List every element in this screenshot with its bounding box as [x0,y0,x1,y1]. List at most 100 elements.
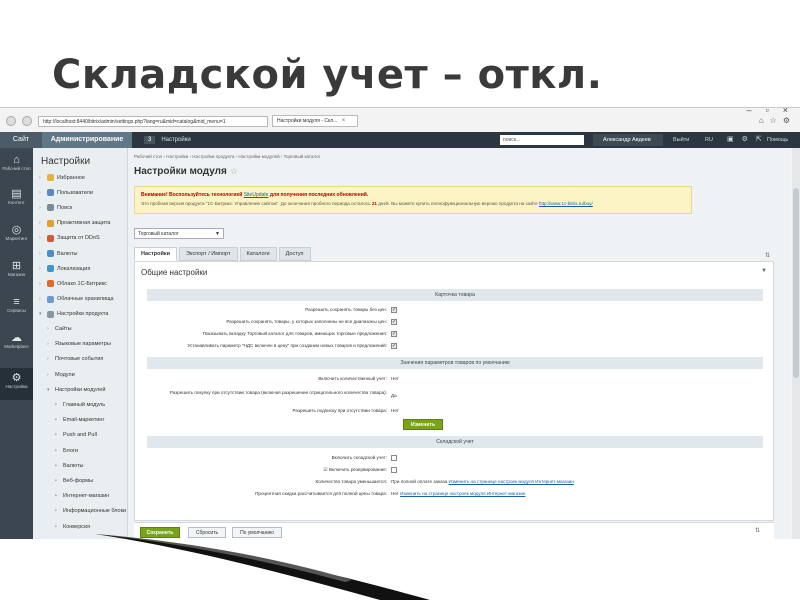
siteupdate-link[interactable]: SiteUpdate [244,192,269,198]
sidebar-item[interactable]: • Веб-формы [55,478,93,484]
chevron-right-icon: ▾ [39,311,42,318]
sidebar-item[interactable]: › Почтовые события [47,356,103,362]
page-scrollbar[interactable] [792,148,800,539]
address-bar[interactable]: http://localhost:8440/bitrix/admin/setti… [38,115,268,127]
save-button[interactable]: Сохранить [140,527,180,538]
collapse-footer-icon[interactable]: ⇅ [755,527,760,534]
menu-settings[interactable]: ⚙ Настройки [0,368,33,400]
menu-services[interactable]: ≡ Сервисы [0,296,33,313]
chevron-right-icon: › [39,250,41,257]
sidebar-item-label: Интернет-магазин [63,493,110,500]
reserve-marker-icon: ☑ [323,467,328,472]
sidebar-item[interactable]: ▾ Настройки продукта [39,310,109,318]
sidebar-item-label: Сайты [55,326,72,332]
sidebar-item[interactable]: › Валюты [39,250,77,257]
fullscreen-icon[interactable]: ⇱ [756,132,762,148]
menu-marketing[interactable]: ◎ Маркетинг [0,224,33,241]
setting-row: Включить количественный учет: Нет [318,376,399,381]
buy-link[interactable]: http://www.1c-bitrix.ru/buy/ [539,201,593,206]
sidebar-item[interactable]: • Email-маркетинг [55,417,104,423]
sidebar-item-label: Настройки продукта [57,311,109,318]
target-icon: ◎ [11,224,22,236]
help-link[interactable]: Помощь [767,132,788,148]
back-icon[interactable] [6,116,16,126]
language-selector[interactable]: RU [705,132,713,148]
favorite-star-icon[interactable]: ☆ [230,166,238,176]
menu-shop[interactable]: ⊞ Магазин [0,260,33,277]
tab-settings[interactable]: Настройки [134,247,178,261]
breadcrumb[interactable]: Рабочий стол › Настройки › Настройки про… [134,154,320,159]
change-discount-link[interactable]: Изменить на странице настроек модуля Инт… [400,491,525,496]
collapse-tabs-icon[interactable]: ⇅ [765,252,770,259]
sidebar-item[interactable]: ▾ Настройки модулей [47,387,105,393]
module-select[interactable]: Торговый каталог ▼ [134,228,224,239]
forward-icon[interactable] [22,116,32,126]
site-tab[interactable]: Сайт [0,132,42,148]
sidebar-item[interactable]: › Поиск [39,204,72,212]
vat-included-checkbox[interactable] [391,343,397,349]
sidebar-item[interactable]: › Модули [47,372,75,378]
scroll-thumb[interactable] [793,188,799,378]
sidebar-item-label: Локализация [57,265,91,272]
default-button[interactable]: По умолчанию [232,527,282,538]
sidebar-item[interactable]: • Блоги [55,448,78,454]
setting-row: Устанавливать параметр "НДС включен в це… [147,342,763,352]
browser-tab[interactable]: Настройки модуля - Скл... × [272,115,358,127]
chevron-right-icon: › [39,265,41,272]
sidebar-item[interactable]: • Валюты [55,463,83,469]
allow-save-partial-ranges-checkbox[interactable] [391,319,397,325]
sidebar-item[interactable]: › Избранное [39,174,85,181]
browser-settings-icon[interactable]: ⚙ [783,116,790,125]
setting-row: ☑ Включить резервирование: [147,466,763,476]
gear-icon: ⚙ [11,372,22,384]
sidebar-item[interactable]: › Сайты [47,326,72,332]
sidebar-item-label: Настройки модулей [55,386,106,393]
gear-icon[interactable]: ⚙ [742,132,748,148]
sidebar-item[interactable]: › Облачные хранилища [39,295,114,303]
tab-export-import[interactable]: Экспорт / Импорт [179,247,238,261]
form-footer: Сохранить Сбросить По умолчанию ⇅ [134,522,774,539]
sidebar-item[interactable]: • Главный модуль [55,402,105,408]
panel-toggle-icon[interactable]: ▼ [761,268,767,274]
sidebar-item[interactable]: › Языковые параметры [47,341,111,347]
sidebar-item[interactable]: • Push and Pull [55,432,97,438]
sidebar-item-label: Почтовые события [55,356,104,363]
home-icon[interactable]: ⌂ [759,116,764,125]
sidebar-item[interactable]: › Локализация [39,265,91,273]
admin-tab[interactable]: Администрирование [42,132,132,148]
bullet-icon: • [55,523,57,530]
show-catalog-tab-checkbox[interactable] [391,331,397,337]
menu-marketplace[interactable]: ☁ Marketplace [0,332,33,349]
topbar-settings-link[interactable]: Настройки [161,137,190,143]
admin-search-input[interactable]: поиск... [500,135,584,145]
menu-item-icon [47,234,54,242]
tab-close-icon[interactable]: × [342,118,346,124]
sidebar-item[interactable]: • Конверсия [55,524,90,530]
chevron-right-icon: › [39,296,41,303]
bullet-icon: • [55,493,57,500]
panel-icon[interactable]: ▣ [727,132,734,148]
sidebar-item[interactable]: › Защита от DDoS [39,234,100,242]
notification-count-badge[interactable]: 3 [144,136,156,144]
favorites-icon[interactable]: ☆ [770,116,777,125]
menu-desktop[interactable]: ⌂ Рабочий стол [0,154,33,171]
enable-reserve-checkbox[interactable] [391,467,397,473]
sidebar-item[interactable]: › Облако 1С-Битрикс [39,280,107,288]
menu-content[interactable]: ▤ Контент [0,188,33,205]
sidebar-item[interactable]: • Интернет-магазин [55,493,109,499]
sidebar-item[interactable]: › Пользователи [39,189,93,197]
allow-save-no-price-checkbox[interactable] [391,307,397,313]
tab-access[interactable]: Доступ [278,247,311,261]
menu-item-icon [47,219,54,227]
user-menu[interactable]: Александр Авдеев [593,134,663,146]
sidebar-item-label: Проактивная защита [57,220,111,227]
change-qty-link[interactable]: Изменить на странице настроек модуля Инт… [449,479,574,484]
change-button[interactable]: Изменить [403,419,443,430]
enable-warehouse-checkbox[interactable] [391,455,397,461]
sidebar-item[interactable]: › Проактивная защита [39,219,111,227]
logout-link[interactable]: Выйти [673,132,689,148]
sidebar-item[interactable]: • Информационные блоки [55,508,126,514]
tab-catalogs[interactable]: Каталоги [239,247,277,261]
reset-button[interactable]: Сбросить [188,527,226,538]
bullet-icon: • [55,417,57,424]
